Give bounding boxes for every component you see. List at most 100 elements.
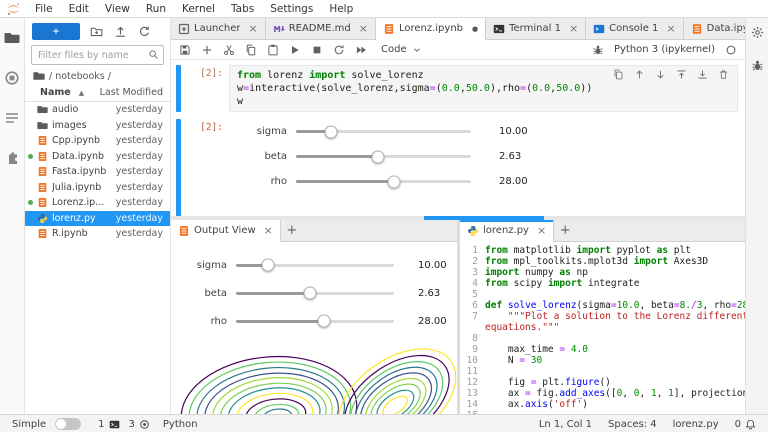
cursor-position[interactable]: Ln 1, Col 1 (539, 419, 592, 430)
indent-indicator[interactable]: Spaces: 4 (608, 419, 657, 430)
notebook-hscrollbar-thumb[interactable] (424, 216, 544, 220)
kernel-count[interactable]: 3 (129, 419, 150, 430)
code-token: axis (525, 399, 548, 410)
activity-table-of-contents[interactable] (4, 110, 20, 126)
terminal-count[interactable]: 1 (98, 419, 119, 430)
cell-type-dropdown[interactable]: Code (381, 44, 422, 55)
menu-kernel[interactable]: Kernel (174, 3, 223, 15)
column-name[interactable]: Name (40, 87, 71, 98)
file-name: Fasta.ipynb (52, 166, 116, 177)
slider-track[interactable] (296, 180, 471, 183)
slider-handle[interactable] (261, 259, 274, 272)
notifications[interactable]: 0 (735, 419, 756, 430)
code-token (485, 333, 491, 344)
cut-icon[interactable] (223, 44, 235, 56)
copy-icon[interactable] (245, 44, 257, 56)
new-folder-icon[interactable] (90, 25, 103, 38)
plus-icon[interactable] (201, 44, 213, 56)
debugger-button[interactable] (751, 59, 764, 72)
arrow-down-icon[interactable] (655, 69, 666, 80)
bug-icon[interactable] (592, 44, 604, 56)
horizontal-split-handle[interactable] (171, 216, 745, 220)
file-row-audio[interactable]: audioyesterday (25, 102, 170, 118)
language-indicator[interactable]: Python (163, 419, 198, 430)
simple-mode-toggle[interactable] (55, 418, 81, 430)
file-row-julia-ipynb[interactable]: Julia.ipynbyesterday (25, 180, 170, 196)
file-row-lorenz-ip[interactable]: Lorenz.ip...yesterday (25, 195, 170, 211)
menu-tabs[interactable]: Tabs (223, 3, 262, 15)
add-tab-button[interactable]: + (281, 220, 303, 241)
stop-icon[interactable] (311, 44, 323, 56)
close-icon[interactable]: × (264, 226, 273, 236)
file-filter-input[interactable] (31, 45, 164, 65)
editor-code: """Plot a solution to the Lorenz differe… (482, 311, 745, 322)
menu-view[interactable]: View (97, 3, 138, 15)
slider-track[interactable] (236, 320, 394, 323)
slider-track[interactable] (296, 130, 471, 133)
code-cell[interactable]: [2]: from lorenz import solve_lorenzw=in… (176, 65, 741, 112)
tab-output-view[interactable]: Output View × (171, 220, 281, 242)
menu-edit[interactable]: Edit (61, 3, 97, 15)
run-icon[interactable] (289, 44, 301, 56)
notebook-icon (37, 197, 48, 208)
code-token: , (622, 388, 633, 399)
file-row-images[interactable]: imagesyesterday (25, 118, 170, 134)
arrow-up-icon[interactable] (634, 69, 645, 80)
cell-editor[interactable]: from lorenz import solve_lorenzw=interac… (229, 65, 738, 112)
tab-launcher[interactable]: Launcher× (171, 18, 266, 39)
tab-readme-md[interactable]: README.md× (266, 18, 376, 39)
slider-handle[interactable] (304, 287, 317, 300)
save-icon[interactable] (179, 44, 191, 56)
code-editor[interactable]: 1from matplotlib import pyplot as plt2fr… (460, 242, 745, 414)
menu-file[interactable]: File (27, 3, 61, 15)
trash-icon[interactable] (718, 69, 729, 80)
slider-handle[interactable] (325, 125, 338, 138)
file-row-lorenz-py[interactable]: lorenz.pyyesterday (25, 211, 170, 227)
restart-icon[interactable] (333, 44, 345, 56)
property-inspector-button[interactable] (751, 26, 764, 39)
close-icon[interactable]: × (359, 24, 368, 34)
slider-handle[interactable] (318, 315, 331, 328)
slider-handle[interactable] (372, 150, 385, 163)
console-icon (593, 23, 605, 35)
slider-track[interactable] (236, 264, 394, 267)
tab-console-1[interactable]: Console 1× (586, 18, 683, 39)
menu-help[interactable]: Help (321, 3, 361, 15)
slider-track[interactable] (236, 292, 394, 295)
slider-handle[interactable] (388, 175, 401, 188)
insert-above-icon[interactable] (676, 69, 687, 80)
activity-running-sessions[interactable] (4, 70, 20, 86)
file-row-r-ipynb[interactable]: R.ipynbyesterday (25, 226, 170, 242)
activity-extension-manager[interactable] (4, 150, 20, 166)
insert-below-icon[interactable] (697, 69, 708, 80)
refresh-icon[interactable] (138, 25, 151, 38)
tab-lorenz-ipynb[interactable]: Lorenz.ipynb● (376, 18, 486, 40)
breadcrumb[interactable]: / notebooks / (25, 68, 170, 85)
circle-icon[interactable] (725, 44, 737, 56)
upload-icon[interactable] (114, 25, 127, 38)
folder-icon (33, 70, 45, 82)
tab-terminal-1[interactable]: Terminal 1× (486, 18, 586, 39)
close-icon[interactable]: × (537, 226, 546, 236)
fast-forward-icon[interactable] (355, 44, 367, 56)
file-row-data-ipynb[interactable]: Data.ipynbyesterday (25, 149, 170, 165)
column-modified[interactable]: Last Modified (100, 87, 163, 98)
menu-settings[interactable]: Settings (262, 3, 321, 15)
code-token: Axes3D (668, 256, 708, 267)
file-row-fasta-ipynb[interactable]: Fasta.ipynbyesterday (25, 164, 170, 180)
close-icon[interactable]: × (569, 24, 578, 34)
close-icon[interactable]: × (248, 24, 257, 34)
tab-lorenz-py[interactable]: lorenz.py × (460, 220, 554, 242)
slider-track[interactable] (296, 155, 471, 158)
file-row-cpp-ipynb[interactable]: Cpp.ipynbyesterday (25, 133, 170, 149)
paste-icon[interactable] (267, 44, 279, 56)
code-token: import (634, 256, 668, 267)
add-tab-button[interactable]: + (554, 220, 576, 241)
close-icon[interactable]: × (666, 24, 675, 34)
activity-file-browser[interactable] (4, 30, 20, 46)
code-token: """Plot a solution to the Lorenz differe… (508, 311, 745, 322)
duplicate-icon[interactable] (613, 69, 624, 80)
menu-run[interactable]: Run (138, 3, 174, 15)
new-launcher-button[interactable]: + (32, 23, 80, 40)
kernel-name[interactable]: Python 3 (ipykernel) (614, 44, 715, 55)
